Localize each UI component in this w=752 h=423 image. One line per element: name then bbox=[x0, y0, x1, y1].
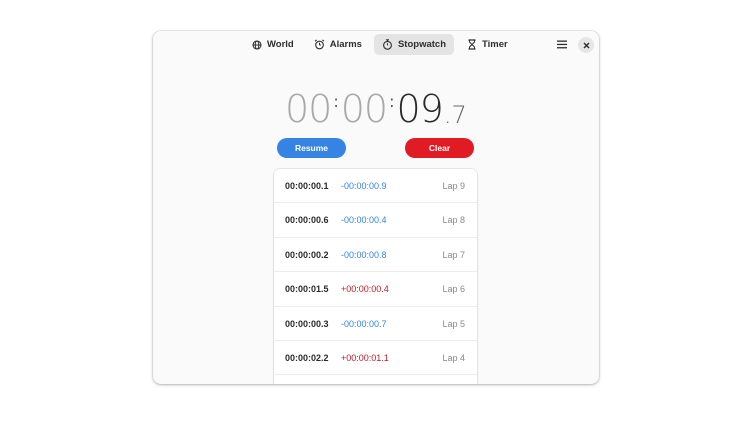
laps-list: 00:00:00.1 -00:00:00.9 Lap 9 00:00:00.6 … bbox=[274, 169, 477, 384]
list-item: 00:00:00.6 -00:00:00.4 Lap 8 bbox=[274, 203, 477, 238]
list-item: 00:00:00.2 -00:00:00.8 Lap 7 bbox=[274, 238, 477, 273]
tab-alarms-label: Alarms bbox=[329, 39, 362, 50]
stopwatch-time-display: 00 : 00 : 09 .7 bbox=[285, 81, 467, 129]
list-item: 00:00:02.2 +00:00:01.1 Lap 4 bbox=[274, 341, 477, 376]
hamburger-menu-icon bbox=[557, 36, 567, 54]
list-item-partial bbox=[274, 375, 477, 384]
lap-delta: +00:00:01.1 bbox=[341, 352, 389, 363]
lap-delta: -00:00:00.7 bbox=[341, 318, 387, 329]
tab-alarms[interactable]: Alarms bbox=[306, 34, 370, 55]
time-separator: : bbox=[389, 92, 395, 111]
tab-world-label: World bbox=[267, 39, 294, 50]
lap-label: Lap 9 bbox=[442, 181, 465, 191]
lap-label: Lap 5 bbox=[442, 318, 465, 329]
hourglass-icon bbox=[466, 39, 478, 51]
list-item: 00:00:00.3 -00:00:00.7 Lap 5 bbox=[274, 307, 477, 341]
resume-button[interactable]: Resume bbox=[277, 138, 346, 158]
lap-delta: +00:00:00.4 bbox=[341, 284, 389, 295]
lap-delta: -00:00:00.8 bbox=[341, 249, 387, 260]
main-menu-button[interactable] bbox=[554, 37, 570, 53]
tab-timer[interactable]: Timer bbox=[458, 34, 516, 55]
lap-label: Lap 4 bbox=[442, 352, 465, 363]
lap-label: Lap 6 bbox=[442, 284, 465, 295]
alarm-clock-icon bbox=[314, 39, 326, 51]
tab-world[interactable]: World bbox=[243, 34, 302, 55]
lap-time: 00:00:02.2 bbox=[285, 352, 329, 363]
lap-time: 00:00:01.5 bbox=[285, 284, 329, 295]
tab-stopwatch-label: Stopwatch bbox=[397, 39, 446, 50]
close-icon bbox=[583, 36, 590, 54]
tab-timer-label: Timer bbox=[482, 39, 508, 50]
lap-time: 00:00:00.2 bbox=[285, 249, 329, 260]
hours-digits: 00 bbox=[285, 87, 332, 131]
close-button[interactable] bbox=[578, 37, 594, 53]
lap-time: 00:00:00.3 bbox=[285, 318, 329, 329]
lap-label: Lap 8 bbox=[442, 215, 465, 226]
stopwatch-icon bbox=[382, 39, 394, 51]
header-bar: World Alarms Stopwatch Timer bbox=[153, 31, 599, 58]
fraction-digits: .7 bbox=[443, 101, 467, 129]
lap-time: 00:00:00.6 bbox=[285, 215, 329, 226]
seconds-digits: 09 bbox=[396, 87, 444, 131]
lap-label: Lap 7 bbox=[442, 249, 465, 260]
tab-stopwatch[interactable]: Stopwatch bbox=[373, 34, 454, 55]
lap-delta: -00:00:00.4 bbox=[341, 215, 387, 226]
lap-delta: -00:00:00.9 bbox=[341, 181, 387, 191]
lap-time: 00:00:00.1 bbox=[285, 181, 329, 191]
list-item: 00:00:01.5 +00:00:00.4 Lap 6 bbox=[274, 272, 477, 307]
minutes-digits: 00 bbox=[340, 87, 388, 131]
clear-button[interactable]: Clear bbox=[405, 138, 474, 158]
clocks-window: World Alarms Stopwatch Timer 00: 00: 0… bbox=[153, 31, 599, 384]
list-item: 00:00:00.1 -00:00:00.9 Lap 9 bbox=[274, 169, 477, 204]
view-switcher: World Alarms Stopwatch Timer bbox=[243, 34, 520, 55]
time-separator: : bbox=[333, 92, 339, 111]
globe-icon bbox=[251, 39, 263, 51]
